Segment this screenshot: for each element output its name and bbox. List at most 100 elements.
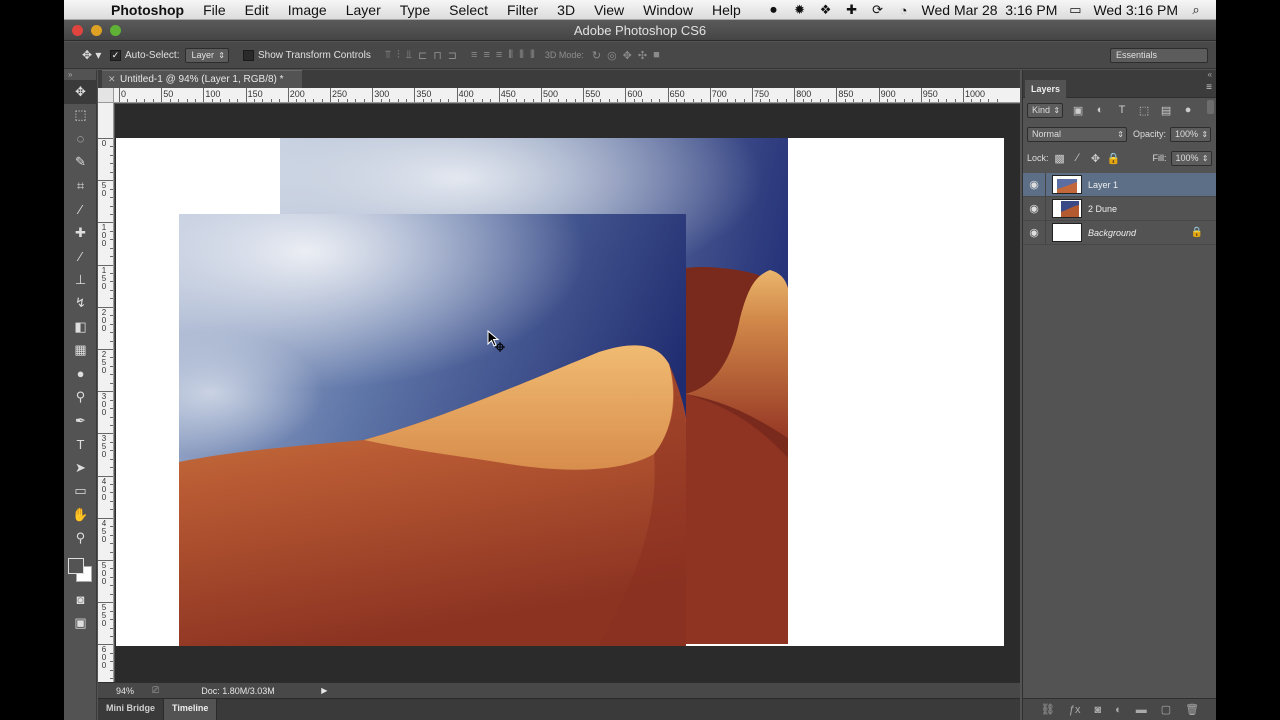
healing-tool-icon[interactable]: ✚ <box>64 221 97 245</box>
panel-scrollbar[interactable] <box>1207 100 1214 114</box>
menu-image[interactable]: Image <box>288 2 327 18</box>
distribute-hcenter-icon[interactable]: ⦀ <box>519 49 524 62</box>
close-window-icon[interactable] <box>72 25 83 36</box>
filter-toggle-icon[interactable]: ● <box>1181 103 1195 117</box>
zoom-tool-icon[interactable]: ⚲ <box>64 527 97 551</box>
align-vcenter-icon[interactable]: ⫶ <box>397 49 400 62</box>
sync-icon[interactable]: ⟳ <box>870 2 886 17</box>
status-proof-icon[interactable]: ⎚ <box>152 685 159 696</box>
brush-tool-icon[interactable]: ∕ <box>64 245 97 269</box>
link-layers-icon[interactable]: ⛓ <box>1041 703 1055 716</box>
tools-collapse-icon[interactable]: » <box>64 70 96 80</box>
screen-mode-icon[interactable]: ▣ <box>64 612 97 636</box>
3d-scale-icon[interactable]: ■ <box>653 49 660 62</box>
menubar-clock-long[interactable]: Wed Mar 28 3:16 PM <box>922 2 1058 18</box>
vertical-ruler[interactable]: 0 5 0 1 0 0 1 5 0 2 0 0 2 5 0 3 0 0 3 5 0 4 0 0 4… <box>98 88 114 682</box>
panel-menu-icon[interactable]: ≡ <box>1206 82 1212 93</box>
opacity-input[interactable]: 100% <box>1170 126 1212 142</box>
spotlight-icon[interactable]: ⌕ <box>1188 2 1204 17</box>
filter-pixel-icon[interactable]: ▣ <box>1071 103 1085 117</box>
document-canvas[interactable] <box>116 138 1004 646</box>
layer-row-background[interactable]: ◉ Background 🔒 <box>1023 220 1216 245</box>
blur-tool-icon[interactable]: ● <box>64 362 97 386</box>
tab-mini-bridge[interactable]: Mini Bridge <box>98 699 164 720</box>
layer-name[interactable]: Background <box>1088 228 1136 238</box>
distribute-vcenter-icon[interactable]: ≡ <box>483 49 489 62</box>
horizontal-ruler[interactable]: 0 50 100 150 200 250 300 350 400 450 500 550 600 650 7… <box>114 88 1020 103</box>
layer-name[interactable]: 2 Dune <box>1088 204 1117 214</box>
layer-row-2-dune[interactable]: ◉ 2 Dune <box>1023 196 1216 221</box>
dropbox-icon[interactable]: ❖ <box>818 2 834 17</box>
lock-image-icon[interactable]: ∕ <box>1071 151 1085 165</box>
align-right-icon[interactable]: ⊐ <box>448 49 457 62</box>
gradient-tool-icon[interactable]: ▦ <box>64 339 97 363</box>
menu-filter[interactable]: Filter <box>507 2 538 18</box>
lock-position-icon[interactable]: ✥ <box>1089 151 1103 165</box>
tab-timeline[interactable]: Timeline <box>164 699 218 720</box>
type-tool-icon[interactable]: T <box>64 433 97 457</box>
zoom-window-icon[interactable] <box>110 25 121 36</box>
3d-pan-icon[interactable]: ✥ <box>623 49 632 62</box>
blend-mode-dropdown[interactable]: Normal <box>1027 126 1127 142</box>
menu-select[interactable]: Select <box>449 2 488 18</box>
marquee-tool-icon[interactable]: ⬚ <box>64 104 97 128</box>
workspace-switcher[interactable]: Essentials <box>1110 48 1208 63</box>
delete-layer-icon[interactable]: 🗑 <box>1185 703 1199 716</box>
new-adjustment-icon[interactable]: ◐ <box>1115 704 1122 716</box>
menu-type[interactable]: Type <box>400 2 430 18</box>
eraser-tool-icon[interactable]: ◧ <box>64 315 97 339</box>
filter-adjustment-icon[interactable]: ◐ <box>1093 103 1107 117</box>
show-transform-checkbox[interactable] <box>243 49 254 61</box>
eyedropper-tool-icon[interactable]: ⁄ <box>64 198 97 222</box>
lasso-tool-icon[interactable]: ◌ <box>64 127 97 151</box>
lock-transparency-icon[interactable]: ▩ <box>1053 151 1067 165</box>
filter-kind-dropdown[interactable]: Kind <box>1027 102 1064 118</box>
layer-1-image[interactable] <box>179 214 686 646</box>
menu-3d[interactable]: 3D <box>557 2 575 18</box>
add-mask-icon[interactable]: ◙ <box>1094 704 1101 716</box>
quick-mask-icon[interactable]: ◙ <box>64 588 97 612</box>
menu-file[interactable]: File <box>203 2 226 18</box>
distribute-right-icon[interactable]: ⦀ <box>530 49 535 62</box>
align-hcenter-icon[interactable]: ⊓ <box>433 49 442 62</box>
distribute-top-icon[interactable]: ≡ <box>471 49 477 62</box>
tab-layers[interactable]: Layers <box>1025 80 1067 98</box>
align-left-icon[interactable]: ⊏ <box>418 49 427 62</box>
visibility-eye-icon[interactable]: ◉ <box>1023 226 1045 239</box>
canvas-workarea[interactable] <box>115 104 1020 682</box>
menu-view[interactable]: View <box>594 2 624 18</box>
layer-style-icon[interactable]: ƒx <box>1069 704 1081 716</box>
crosshair-icon[interactable]: ✚ <box>844 2 860 17</box>
menu-layer[interactable]: Layer <box>346 2 381 18</box>
visibility-eye-icon[interactable]: ◉ <box>1023 178 1045 191</box>
new-layer-icon[interactable]: ▢ <box>1161 703 1171 716</box>
menu-help[interactable]: Help <box>712 2 741 18</box>
battery-icon[interactable]: ▭ <box>1067 2 1083 17</box>
ruler-origin[interactable] <box>98 88 114 103</box>
quick-select-tool-icon[interactable]: ✎ <box>64 151 97 175</box>
zoom-level[interactable]: 94% <box>98 686 142 696</box>
path-select-tool-icon[interactable]: ➤ <box>64 456 97 480</box>
hand-tool-icon[interactable]: ✋ <box>64 503 97 527</box>
filter-shape-icon[interactable]: ⬚ <box>1137 103 1151 117</box>
move-tool-preset-icon[interactable]: ✥ ▾ <box>82 48 110 62</box>
3d-rotate-icon[interactable]: ↻ <box>592 49 601 62</box>
document-tab[interactable]: ✕ Untitled-1 @ 94% (Layer 1, RGB/8) * <box>102 70 302 88</box>
3d-slide-icon[interactable]: ✣ <box>638 49 647 62</box>
menu-window[interactable]: Window <box>643 2 693 18</box>
layer-lock-icon[interactable]: 🔒 <box>1191 227 1203 238</box>
close-document-icon[interactable]: ✕ <box>108 71 116 88</box>
history-brush-tool-icon[interactable]: ↯ <box>64 292 97 316</box>
menu-edit[interactable]: Edit <box>245 2 269 18</box>
clone-stamp-tool-icon[interactable]: ⊥ <box>64 268 97 292</box>
move-tool-icon[interactable]: ✥ <box>64 80 97 104</box>
3d-roll-icon[interactable]: ◎ <box>607 49 617 62</box>
align-top-icon[interactable]: ⫪ <box>385 49 391 62</box>
filter-type-icon[interactable]: T <box>1115 103 1129 117</box>
layer-row-layer-1[interactable]: ◉ Layer 1 <box>1023 172 1216 197</box>
new-group-icon[interactable]: ▬ <box>1136 704 1147 716</box>
dodge-tool-icon[interactable]: ⚲ <box>64 386 97 410</box>
visibility-eye-icon[interactable]: ◉ <box>1023 202 1045 215</box>
brightness-icon[interactable]: ✹ <box>792 2 808 17</box>
shape-tool-icon[interactable]: ▭ <box>64 480 97 504</box>
